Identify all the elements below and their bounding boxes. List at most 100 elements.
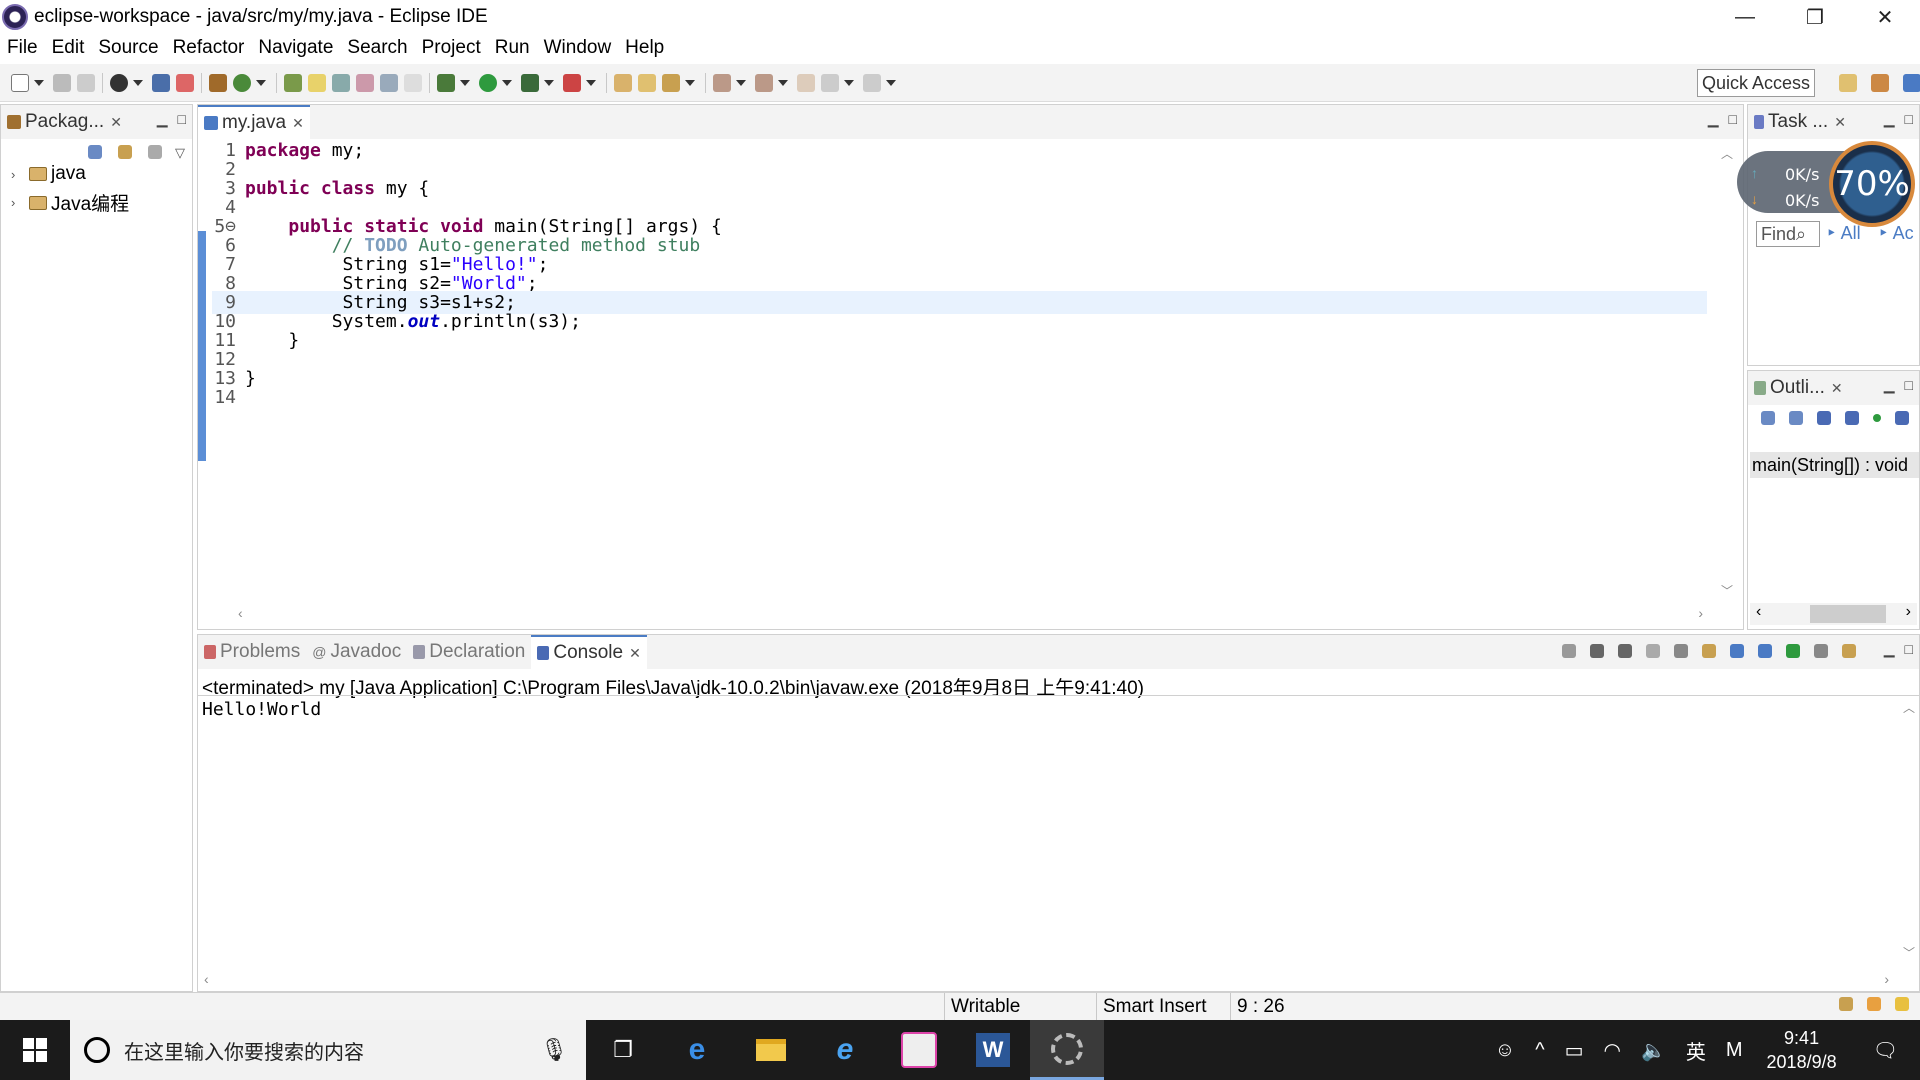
internet-explorer-icon[interactable]: e [808,1020,882,1080]
chevron-up-icon[interactable]: ︿ [1721,145,1733,162]
close-icon[interactable]: ✕ [110,114,122,131]
hide-local-types-icon[interactable] [1895,411,1909,425]
horizontal-scrollbar[interactable]: ‹ › [238,605,1703,625]
chevron-down-icon[interactable]: ﹀ [1903,944,1915,961]
scroll-lock-icon[interactable] [1674,644,1688,658]
hide-static-icon[interactable] [1845,411,1859,425]
close-icon[interactable]: ✕ [1834,114,1846,131]
external-tools-icon[interactable] [563,73,581,92]
eclipse-taskbar-icon[interactable] [1030,1020,1104,1080]
menu-edit[interactable]: Edit [45,37,92,59]
open-perspective-icon[interactable] [1839,74,1857,92]
tab-problems[interactable]: Problems [198,635,306,669]
word-wrap-icon[interactable] [356,73,374,92]
ime-language[interactable]: 英 [1676,1036,1716,1065]
tab-javadoc[interactable]: @ Javadoc [306,635,407,669]
chevron-down-icon[interactable] [502,79,512,86]
all-link[interactable]: ‣ All [1826,223,1861,244]
taskbar-search-box[interactable]: 在这里输入你要搜索的内容 🎙 [70,1020,586,1080]
show-on-error-icon[interactable] [1758,644,1772,658]
tree-item-java-programming[interactable]: › Java编程 [11,189,129,216]
notification-icon[interactable]: 🗨 [1851,1038,1920,1063]
maximize-icon[interactable]: □ [1729,111,1737,128]
hide-fields-icon[interactable] [1817,411,1831,425]
volume-icon[interactable]: 🔈 [1631,1038,1676,1063]
remove-all-icon[interactable] [1618,644,1632,658]
minimize-icon[interactable]: ▁ [1884,111,1895,128]
java-ee-perspective-icon[interactable] [1871,74,1889,92]
new-class-icon[interactable] [233,73,251,92]
tab-package-explorer[interactable]: Packag... ✕ [1,105,128,139]
remove-launch-icon[interactable] [1590,644,1604,658]
minimize-icon[interactable]: ▁ [1708,111,1719,128]
tree-item-java[interactable]: › java [11,163,86,185]
close-button[interactable]: ✕ [1850,0,1920,34]
file-explorer-icon[interactable] [734,1020,808,1080]
task-view-icon[interactable]: ❐ [586,1020,660,1080]
menu-help[interactable]: Help [618,37,671,59]
forward-icon[interactable] [863,73,881,92]
chevron-up-icon[interactable]: ^ [1525,1039,1554,1062]
outline-item-main[interactable]: main(String[]) : void [1750,452,1919,478]
tab-task-list[interactable]: Task ... ✕ [1748,105,1852,139]
chevron-up-icon[interactable]: ︿ [1903,699,1915,716]
word-icon[interactable]: W [956,1020,1030,1080]
debug-icon[interactable] [437,73,455,92]
chevron-down-icon[interactable] [736,79,746,86]
start-button[interactable] [0,1020,70,1080]
tab-console[interactable]: Console ✕ [531,635,647,669]
menu-run[interactable]: Run [488,37,537,59]
warning-icon[interactable] [1867,997,1881,1011]
chevron-right-icon[interactable]: › [1906,603,1911,621]
run-icon[interactable] [479,73,497,92]
new-java-project-icon[interactable] [209,73,227,92]
link-editor-icon[interactable] [118,145,132,159]
maximize-icon[interactable]: □ [178,111,186,128]
chevron-right-icon[interactable]: › [1884,971,1889,987]
app-icon[interactable] [882,1020,956,1080]
pin-console-icon[interactable] [1786,644,1800,658]
chevron-down-icon[interactable] [586,79,596,86]
minimize-button[interactable]: — [1710,0,1780,34]
menu-source[interactable]: Source [91,37,165,59]
pilcrow-icon[interactable] [404,73,422,92]
chevron-left-icon[interactable]: ‹ [238,605,243,621]
edge-icon[interactable]: e [660,1020,734,1080]
minimize-icon[interactable]: ▁ [1884,377,1895,394]
chevron-down-icon[interactable] [460,79,470,86]
chevron-down-icon[interactable] [886,79,896,86]
word-wrap-icon[interactable] [1702,644,1716,658]
chevron-right-icon[interactable]: › [1698,605,1703,621]
horizontal-scrollbar[interactable]: ‹ › [1750,603,1917,625]
scroll-thumb[interactable] [1810,605,1886,623]
chevron-left-icon[interactable]: ‹ [1756,603,1761,621]
minimize-icon[interactable]: ▁ [1884,641,1895,658]
show-whitespace-icon[interactable] [380,73,398,92]
close-icon[interactable]: ✕ [292,115,304,132]
search-icon[interactable] [662,73,680,92]
quick-access-input[interactable]: Quick Access [1697,69,1815,97]
collapse-all-icon[interactable] [88,145,102,159]
display-console-icon[interactable] [1814,644,1828,658]
maximize-button[interactable]: ❐ [1780,0,1850,34]
close-icon[interactable]: ✕ [1831,380,1843,397]
menu-navigate[interactable]: Navigate [251,37,340,59]
chevron-down-icon[interactable] [133,79,143,86]
chevron-left-icon[interactable]: ‹ [204,971,209,987]
sort-icon[interactable] [1789,411,1803,425]
chevron-down-icon[interactable] [256,79,266,86]
task-find-input[interactable]: Find⌕ [1756,221,1820,247]
menu-project[interactable]: Project [415,37,488,59]
ime-mode[interactable]: M [1716,1039,1753,1062]
previous-annotation-icon[interactable] [755,73,773,92]
chevron-down-icon[interactable] [685,79,695,86]
close-icon[interactable]: ✕ [629,645,641,662]
java-perspective-icon[interactable] [1903,74,1920,92]
show-on-output-icon[interactable] [1730,644,1744,658]
menu-refactor[interactable]: Refactor [166,37,252,59]
coverage-icon[interactable] [521,73,539,92]
tab-outline[interactable]: Outli... ✕ [1748,371,1849,405]
mark-occurrences-icon[interactable] [308,73,326,92]
tab-my-java[interactable]: my.java ✕ [198,105,310,139]
vertical-scrollbar[interactable]: ︿ ﹀ [1717,145,1737,599]
